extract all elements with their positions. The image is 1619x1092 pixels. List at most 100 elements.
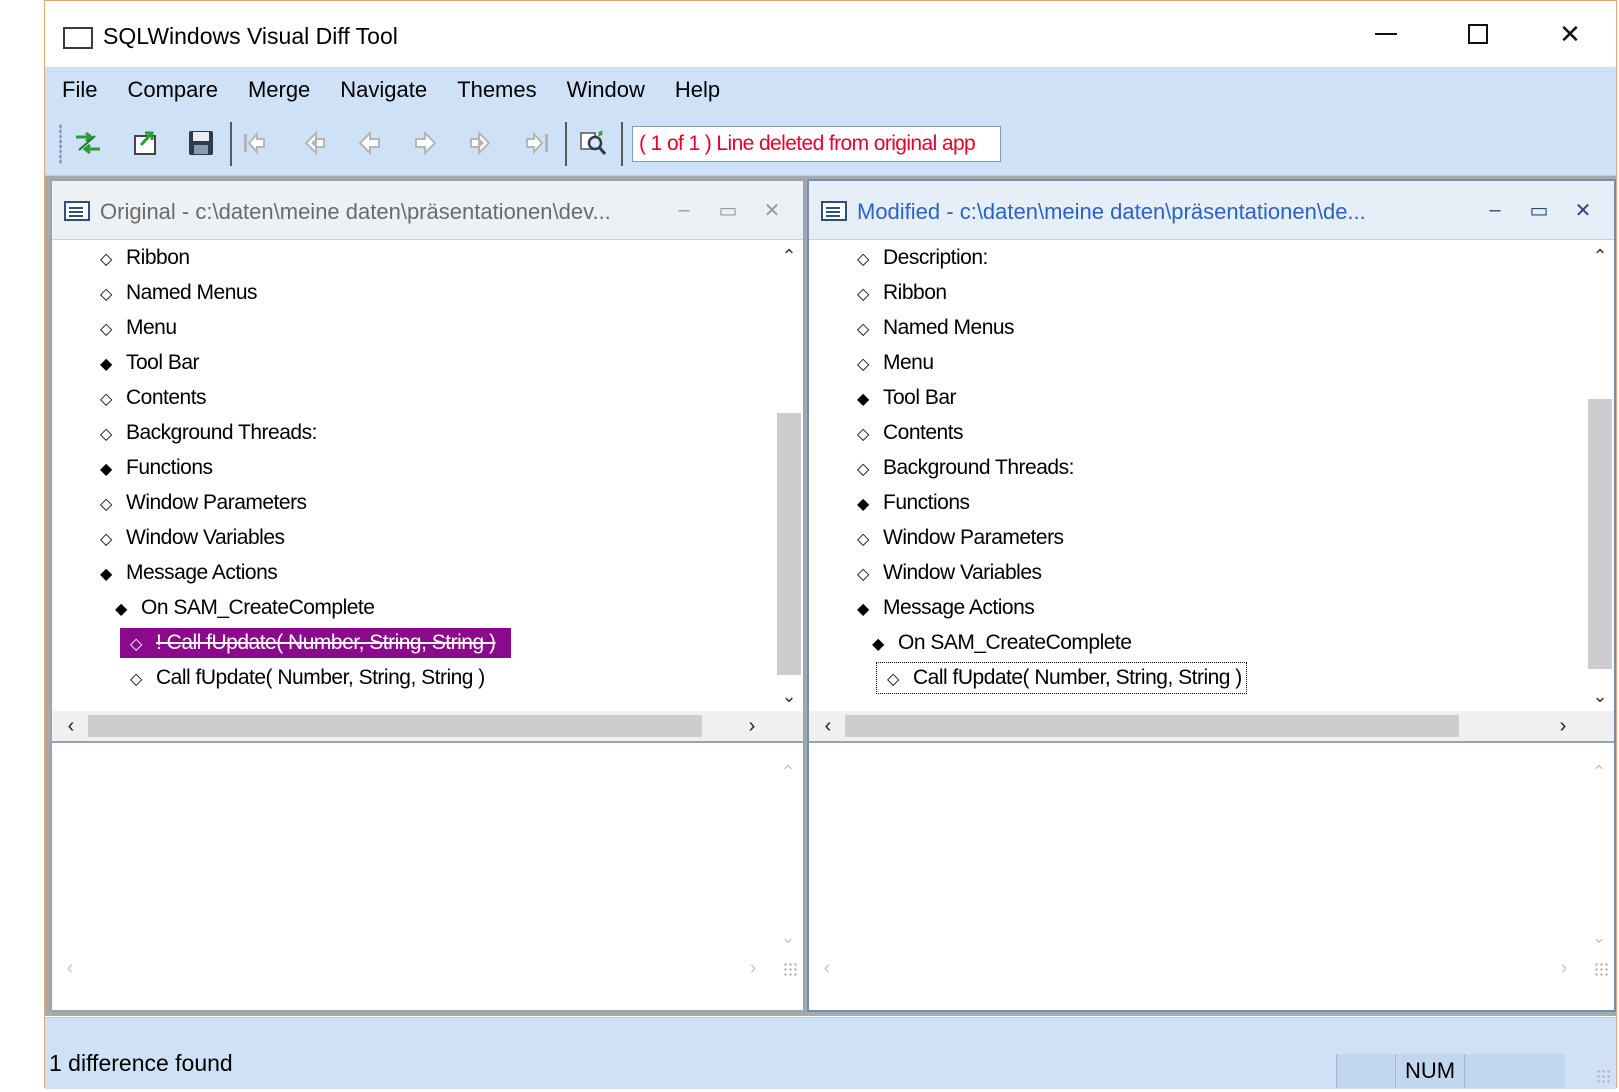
next-difference-button[interactable] — [409, 126, 443, 160]
next-block-button[interactable] — [465, 126, 499, 160]
menu-merge[interactable]: Merge — [233, 67, 325, 112]
tree-row[interactable]: ◇ Window Variables — [100, 523, 285, 553]
pane-minimize-button[interactable]: – — [669, 195, 699, 225]
status-panel — [1336, 1054, 1395, 1088]
find-button[interactable] — [576, 126, 610, 160]
menu-file[interactable]: File — [45, 67, 112, 112]
first-difference-button[interactable] — [238, 126, 272, 160]
menu-compare[interactable]: Compare — [112, 67, 232, 112]
tree-row[interactable]: ◆ Tool Bar — [857, 383, 957, 413]
tree-row[interactable]: ◆ Functions — [857, 488, 970, 518]
maximize-button[interactable] — [1432, 1, 1524, 67]
compare-button[interactable] — [71, 126, 105, 160]
tree-row[interactable]: ◇ Background Threads: — [100, 418, 317, 448]
modified-detail-area[interactable]: ⌃ ⌄ ‹ › — [809, 753, 1614, 982]
tree-row-label: Background Threads: — [883, 456, 1074, 479]
toolbar-grip[interactable] — [59, 124, 62, 164]
pane-restore-button[interactable]: ▭ — [1524, 195, 1554, 225]
pane-close-button[interactable]: ✕ — [1568, 195, 1598, 225]
resize-grip-icon[interactable] — [1596, 1069, 1612, 1085]
export-button[interactable] — [129, 126, 163, 160]
restore-icon: ▭ — [1529, 199, 1549, 222]
tree-row[interactable]: ◆ Functions — [100, 453, 213, 483]
original-tree[interactable]: ◇ Ribbon ◇ Named Menus ◇ Menu ◆ Tool Bar ◇ Co… — [52, 241, 803, 711]
tree-row[interactable]: ◆ On SAM_CreateComplete — [872, 628, 1132, 658]
tree-row[interactable]: ◇ Window Parameters — [100, 488, 307, 518]
resize-grip-icon[interactable] — [783, 962, 799, 978]
scroll-right-icon[interactable]: › — [737, 711, 767, 741]
modified-pane-titlebar[interactable]: Modified - c:\daten\meine daten\präsenta… — [809, 181, 1614, 240]
menu-navigate[interactable]: Navigate — [325, 67, 442, 112]
tree-row[interactable]: ◇ Background Threads: — [857, 453, 1074, 483]
scroll-up-icon[interactable]: ⌃ — [775, 241, 803, 271]
original-detail-horizontal-scrollbar[interactable]: ‹ › — [52, 954, 803, 982]
menu-themes[interactable]: Themes — [442, 67, 551, 112]
tree-row[interactable]: ◇ Contents — [100, 383, 207, 413]
diamond-filled-icon: ◆ — [100, 356, 112, 373]
tree-row[interactable]: ◇ Contents — [857, 418, 964, 448]
tree-row[interactable]: ◇ Ribbon — [857, 278, 947, 308]
modified-vertical-scrollbar[interactable]: ⌃ ⌄ — [1586, 241, 1614, 711]
tree-row[interactable]: ◆ Tool Bar — [100, 348, 200, 378]
minimize-button[interactable] — [1340, 1, 1432, 67]
tree-row[interactable]: ◇ Window Parameters — [857, 523, 1064, 553]
scroll-thumb[interactable] — [1588, 399, 1612, 669]
resize-grip-icon[interactable] — [1594, 962, 1610, 978]
pane-close-button[interactable]: ✕ — [757, 195, 787, 225]
last-difference-button[interactable] — [520, 126, 554, 160]
scroll-thumb[interactable] — [845, 715, 1459, 737]
original-pane-titlebar[interactable]: Original - c:\daten\meine daten\präsenta… — [52, 181, 803, 240]
scroll-up-icon[interactable]: ⌃ — [1586, 241, 1614, 271]
tree-row[interactable]: ◆ Message Actions — [100, 558, 278, 588]
scroll-left-icon: ‹ — [66, 956, 74, 979]
deleted-tree-row[interactable]: ◇ ! Call fUpdate( Number, String, String … — [120, 628, 512, 658]
modified-horizontal-scrollbar[interactable]: ‹ › — [809, 711, 1614, 741]
scroll-thumb[interactable] — [88, 715, 702, 737]
pane-minimize-button[interactable]: – — [1480, 195, 1510, 225]
save-button[interactable] — [184, 126, 218, 160]
tree-row[interactable]: ◇ Description: — [857, 243, 988, 273]
tree-row[interactable]: ◇ Named Menus — [857, 313, 1015, 343]
close-button[interactable]: ✕ — [1524, 1, 1616, 67]
tree-row[interactable]: ◇ Window Variables — [857, 558, 1042, 588]
scroll-down-icon[interactable]: ⌄ — [1586, 681, 1614, 711]
original-pane-title: Original - c:\daten\meine daten\präsenta… — [100, 199, 611, 224]
diamond-filled-icon: ◆ — [857, 496, 869, 513]
toolbar-separator — [230, 122, 232, 166]
diamond-outline-icon: ◇ — [100, 321, 112, 338]
focused-tree-row[interactable]: ◇ Call fUpdate( Number, String, String ) — [876, 662, 1247, 694]
scroll-thumb[interactable] — [777, 413, 801, 675]
original-horizontal-scrollbar[interactable]: ‹ › — [52, 711, 803, 741]
modified-tree[interactable]: ◇ Description: ◇ Ribbon ◇ Named Menus ◇ Menu… — [809, 241, 1614, 711]
next-difference-icon — [415, 130, 437, 156]
tree-row[interactable]: ◇ Named Menus — [100, 278, 258, 308]
title-bar[interactable]: SQLWindows Visual Diff Tool ✕ — [45, 1, 1616, 67]
scroll-left-icon[interactable]: ‹ — [56, 711, 86, 741]
diamond-outline-icon: ◇ — [100, 391, 112, 408]
minimize-icon: – — [1489, 198, 1501, 221]
diamond-outline-icon: ◇ — [130, 636, 142, 653]
previous-block-icon — [304, 130, 325, 156]
modified-detail-horizontal-scrollbar[interactable]: ‹ › — [809, 954, 1614, 982]
tree-row[interactable]: ◇ Menu — [100, 313, 177, 343]
toolbar: ( 1 of 1 ) Line deleted from original ap… — [45, 112, 1616, 176]
scroll-right-icon[interactable]: › — [1548, 711, 1578, 741]
tree-row[interactable]: ◆ Message Actions — [857, 593, 1035, 623]
original-vertical-scrollbar[interactable]: ⌃ ⌄ — [775, 241, 803, 711]
tree-row[interactable]: ◇ Call fUpdate( Number, String, String ) — [130, 663, 485, 693]
tree-row[interactable]: ◇ Menu — [857, 348, 934, 378]
menu-help[interactable]: Help — [660, 67, 735, 112]
next-block-icon — [470, 130, 491, 156]
tree-row-label: Call fUpdate( Number, String, String ) — [913, 666, 1242, 689]
tree-row[interactable]: ◇ Ribbon — [100, 243, 190, 273]
diamond-outline-icon: ◇ — [887, 671, 899, 688]
menu-window[interactable]: Window — [552, 67, 660, 112]
previous-difference-button[interactable] — [352, 126, 386, 160]
scroll-down-icon[interactable]: ⌄ — [775, 681, 803, 711]
previous-difference-icon — [358, 130, 380, 156]
original-detail-area[interactable]: ⌃ ⌄ ‹ › — [52, 753, 803, 982]
previous-block-button[interactable] — [296, 126, 330, 160]
pane-restore-button[interactable]: ▭ — [713, 195, 743, 225]
scroll-left-icon[interactable]: ‹ — [813, 711, 843, 741]
tree-row[interactable]: ◆ On SAM_CreateComplete — [115, 593, 375, 623]
